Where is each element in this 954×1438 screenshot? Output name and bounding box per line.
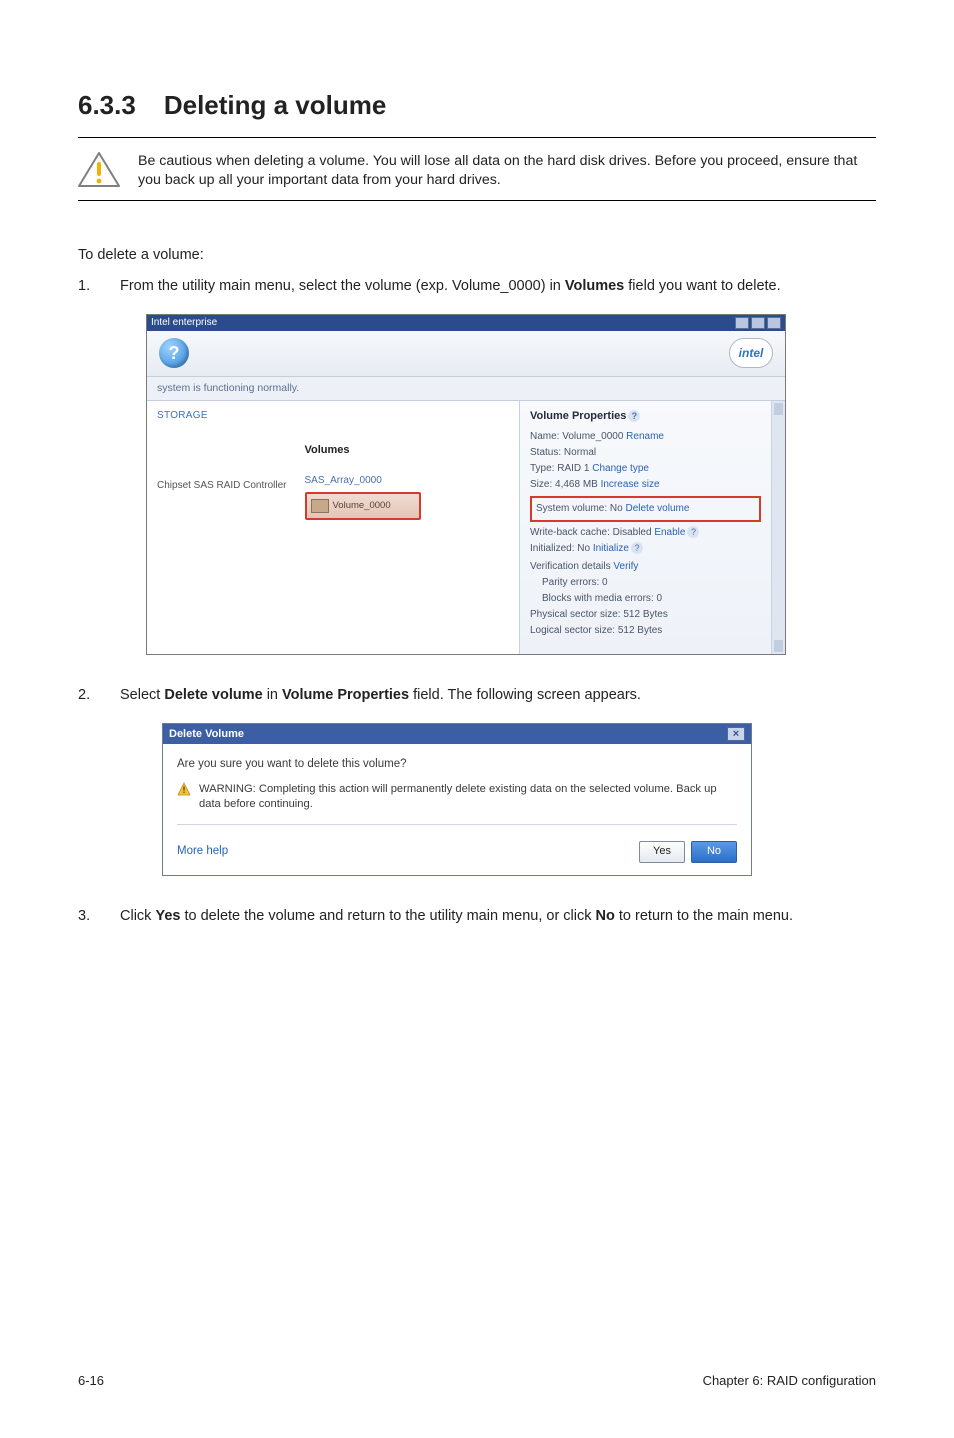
prop-initialized: Initialized: No Initialize? (530, 542, 761, 556)
increase-size-link[interactable]: Increase size (601, 479, 660, 490)
prop-blocks: Blocks with media errors: 0 (530, 592, 761, 606)
dialog-titlebar: Delete Volume × (163, 724, 751, 744)
properties-header: Volume Properties? (530, 409, 761, 424)
chapter-label: Chapter 6: RAID configuration (703, 1373, 876, 1388)
prop-name: Name: Volume_0000 Rename (530, 430, 761, 444)
more-help-link[interactable]: More help (177, 843, 228, 859)
drive-icon (311, 499, 329, 513)
dialog-title: Delete Volume (169, 727, 244, 742)
page-footer: 6-16 Chapter 6: RAID configuration (78, 1373, 876, 1388)
help-button[interactable]: ? (159, 338, 189, 368)
help-icon[interactable]: ? (628, 410, 640, 422)
volume-label: Volume_0000 (333, 499, 391, 512)
prop-writeback: Write-back cache: Disabled Enable? (530, 526, 761, 540)
caution-text: Be cautious when deleting a volume. You … (138, 152, 876, 190)
initialize-link[interactable]: Initialize (593, 543, 629, 554)
intro-text: To delete a volume: (78, 245, 876, 265)
scrollbar[interactable] (771, 401, 785, 654)
enable-cache-link[interactable]: Enable (654, 527, 685, 538)
divider (78, 137, 876, 138)
delete-volume-dialog: Delete Volume × Are you sure you want to… (162, 723, 752, 875)
step-text: Click Yes to delete the volume and retur… (120, 906, 876, 926)
prop-logi-sector: Logical sector size: 512 Bytes (530, 624, 761, 638)
step-number: 2. (78, 685, 120, 705)
prop-status: Status: Normal (530, 446, 761, 460)
divider (177, 824, 737, 825)
volumes-header: Volumes (305, 443, 421, 458)
page-number: 6-16 (78, 1373, 104, 1388)
dialog-warning-text: WARNING: Completing this action will per… (199, 782, 737, 811)
rename-link[interactable]: Rename (626, 431, 664, 442)
close-icon[interactable]: × (727, 727, 745, 741)
divider (78, 200, 876, 201)
close-icon[interactable] (767, 317, 781, 329)
array-link[interactable]: SAS_Array_0000 (305, 474, 421, 488)
step-number: 3. (78, 906, 120, 926)
properties-panel: Volume Properties? Name: Volume_0000 Ren… (519, 401, 771, 654)
storage-panel: STORAGE Chipset SAS RAID Controller Volu… (147, 401, 519, 654)
no-button[interactable]: No (691, 841, 737, 863)
warning-icon (177, 782, 191, 796)
section-number: 6.3.3 (78, 90, 136, 121)
section-title-text: Deleting a volume (164, 90, 387, 120)
maximize-icon[interactable] (751, 317, 765, 329)
dialog-prompt: Are you sure you want to delete this vol… (177, 756, 737, 772)
verify-link[interactable]: Verify (613, 561, 638, 572)
minimize-icon[interactable] (735, 317, 749, 329)
status-bar: system is functioning normally. (147, 377, 785, 401)
section-heading: 6.3.3 Deleting a volume (78, 90, 876, 121)
intel-logo: intel (729, 338, 773, 368)
prop-verification: Verification details Verify (530, 560, 761, 574)
step-text: Select Delete volume in Volume Propertie… (120, 685, 876, 705)
window-title: Intel enterprise (151, 316, 217, 330)
window-controls (735, 317, 781, 329)
caution-block: Be cautious when deleting a volume. You … (78, 152, 876, 190)
caution-icon (78, 152, 120, 188)
step-text: From the utility main menu, select the v… (120, 276, 876, 296)
delete-volume-link[interactable]: Delete volume (625, 503, 689, 514)
prop-type: Type: RAID 1 Change type (530, 462, 761, 476)
yes-button[interactable]: Yes (639, 841, 685, 863)
step-number: 1. (78, 276, 120, 296)
dialog-warning: WARNING: Completing this action will per… (177, 782, 737, 811)
prop-size: Size: 4,468 MB Increase size (530, 478, 761, 492)
toolbar: ? intel (147, 331, 785, 377)
volume-item[interactable]: Volume_0000 (305, 492, 421, 520)
prop-system-volume: System volume: No Delete volume (536, 502, 755, 516)
rst-window: Intel enterprise ? intel system is funct… (146, 314, 786, 655)
controller-label: Chipset SAS RAID Controller (157, 479, 287, 493)
change-type-link[interactable]: Change type (592, 463, 649, 474)
window-titlebar: Intel enterprise (147, 315, 785, 331)
help-icon[interactable]: ? (687, 526, 699, 538)
prop-parity: Parity errors: 0 (530, 576, 761, 590)
prop-phys-sector: Physical sector size: 512 Bytes (530, 608, 761, 622)
help-icon[interactable]: ? (631, 542, 643, 554)
storage-label: STORAGE (157, 409, 509, 423)
